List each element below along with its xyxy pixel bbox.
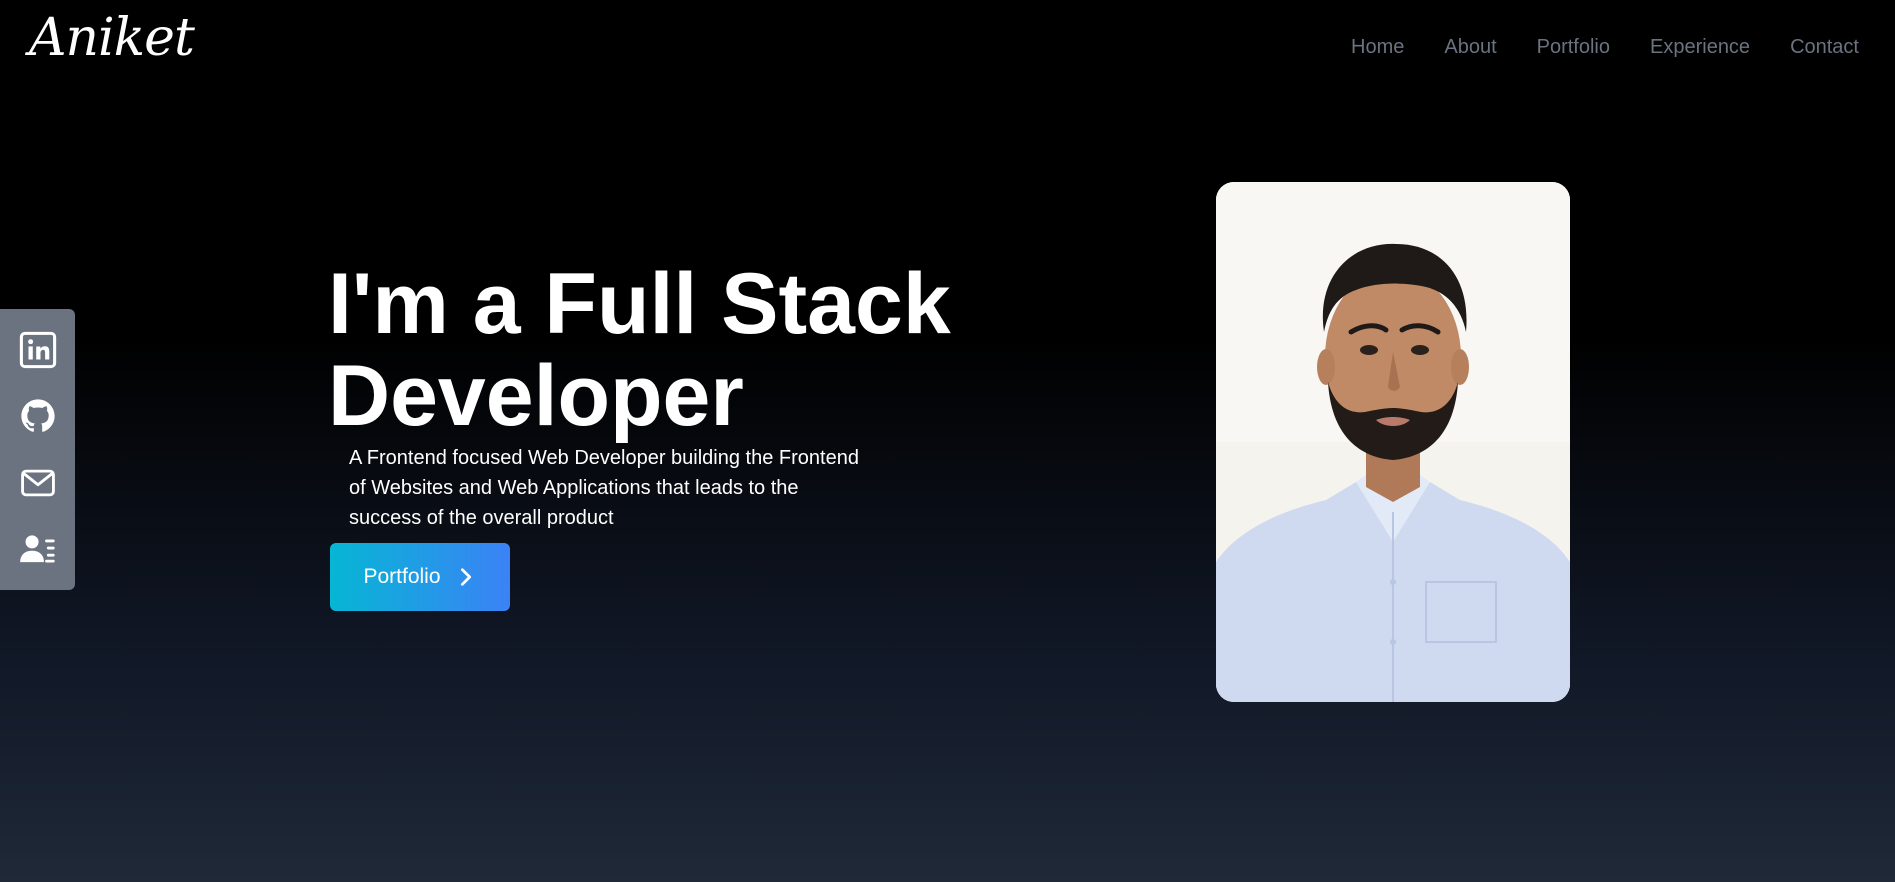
navbar: Aniket Home About Portfolio Experience C… — [0, 0, 1895, 100]
nav-links: Home About Portfolio Experience Contact — [1351, 36, 1859, 59]
linkedin-icon — [19, 331, 56, 369]
profile-photo — [1216, 182, 1570, 702]
nav-link-portfolio[interactable]: Portfolio — [1537, 36, 1610, 59]
nav-link-home[interactable]: Home — [1351, 36, 1404, 59]
portfolio-button-label: Portfolio — [363, 565, 441, 588]
github-icon — [20, 399, 55, 433]
logo[interactable]: Aniket — [29, 8, 195, 68]
resume-icon — [19, 535, 55, 563]
nav-link-experience[interactable]: Experience — [1650, 36, 1750, 59]
github-link[interactable] — [0, 386, 75, 446]
nav-link-contact[interactable]: Contact — [1790, 36, 1859, 59]
chevron-right-icon — [460, 568, 471, 586]
hero-title-line-2: Developer — [328, 348, 744, 444]
profile-portrait-illustration — [1216, 182, 1570, 702]
hero-description: A Frontend focused Web Developer buildin… — [349, 447, 859, 529]
email-link[interactable] — [0, 453, 75, 513]
hero-title: I'm a Full Stack Developer — [328, 258, 1028, 442]
mail-icon — [20, 469, 55, 496]
portfolio-button[interactable]: Portfolio — [330, 543, 510, 611]
resume-link[interactable] — [0, 519, 75, 579]
hero-title-line-1: I'm a Full Stack — [328, 256, 951, 352]
social-sidebar — [0, 309, 75, 590]
linkedin-link[interactable] — [0, 320, 75, 380]
nav-link-about[interactable]: About — [1444, 36, 1496, 59]
